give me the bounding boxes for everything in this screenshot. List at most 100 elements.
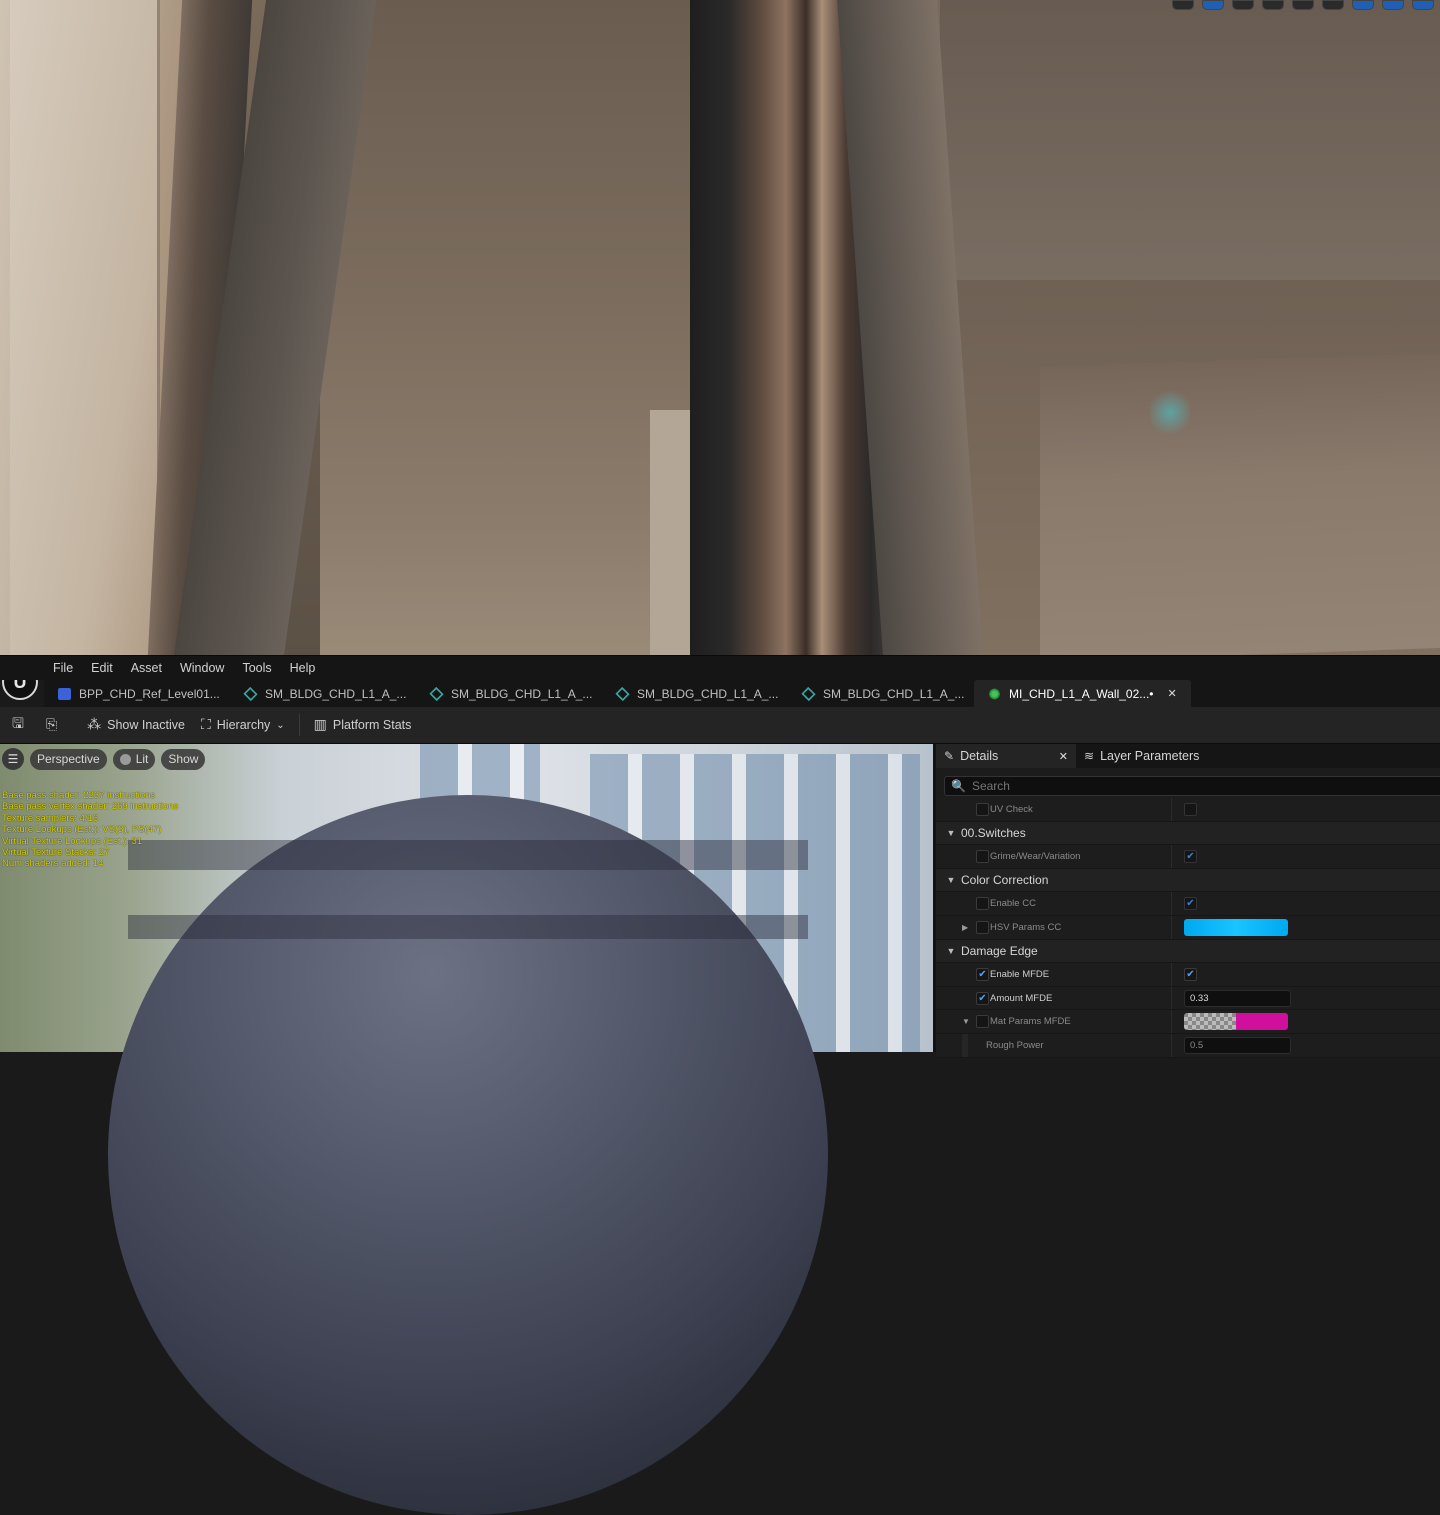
menu-file[interactable]: File (44, 656, 82, 681)
asset-tab-mesh-3[interactable]: SM_BLDG_CHD_L1_A_... (602, 680, 788, 707)
perspective-label: Perspective (37, 752, 100, 766)
tab-details[interactable]: ✎ Details ✕ (936, 744, 1076, 768)
show-button[interactable]: Show (161, 748, 206, 770)
menu-bar: File Edit Asset Window Tools Help (0, 655, 1440, 680)
override-checkbox[interactable] (976, 802, 989, 816)
blueprint-icon (58, 687, 71, 700)
browse-icon: ⎘ (45, 717, 58, 733)
rotation-snap-icon[interactable] (1382, 0, 1404, 10)
expand-arrow-icon[interactable]: ▼ (962, 1017, 970, 1026)
property-row-grime: Grime/Wear/Variation ✔ (936, 845, 1440, 869)
category-switches[interactable]: ▼ 00.Switches (936, 821, 1440, 846)
value-checkbox[interactable]: ✔ (1184, 849, 1197, 863)
platform-stats-icon: ▥ (313, 717, 327, 733)
platform-stats-button[interactable]: ▥ Platform Stats (308, 707, 418, 744)
color-swatch[interactable] (1184, 918, 1288, 936)
asset-tab-blueprint[interactable]: BPP_CHD_Ref_Level01... (44, 680, 230, 707)
select-mode-icon[interactable] (1172, 0, 1194, 10)
search-icon: 🔍 (951, 779, 966, 793)
world-space-icon[interactable] (1292, 0, 1314, 10)
override-checkbox[interactable] (976, 1015, 989, 1029)
show-inactive-icon: ⁂ (87, 717, 102, 733)
lit-button[interactable]: Lit (112, 748, 156, 770)
preview-toolbar: ☰ Perspective Lit Show (0, 748, 206, 770)
property-label: HSV Params CC (990, 921, 1062, 933)
translate-mode-icon[interactable] (1202, 0, 1224, 10)
property-row-mat-params: ▼ Mat Params MFDE (936, 1010, 1440, 1034)
details-panel: ✎ Details ✕ ≋ Layer Parameters 🔍 UV Chec… (933, 744, 1440, 1058)
value-checkbox[interactable]: ✔ (1184, 897, 1197, 911)
override-checkbox[interactable] (976, 920, 989, 934)
asset-tab-mesh-1[interactable]: SM_BLDG_CHD_L1_A_... (230, 680, 416, 707)
category-damage-edge[interactable]: ▼ Damage Edge (936, 939, 1440, 964)
scale-mode-icon[interactable] (1262, 0, 1284, 10)
perspective-button[interactable]: Perspective (30, 748, 107, 770)
menu-help[interactable]: Help (281, 656, 325, 681)
alpha-preview (1184, 1013, 1236, 1031)
property-label: Grime/Wear/Variation (990, 850, 1081, 862)
browse-button[interactable]: ⎘ (40, 707, 63, 744)
category-color-correction[interactable]: ▼ Color Correction (936, 868, 1440, 893)
hamburger-icon: ☰ (7, 752, 19, 766)
static-mesh-icon (429, 686, 444, 701)
tab-label: BPP_CHD_Ref_Level01... (79, 686, 220, 701)
tab-label: SM_BLDG_CHD_L1_A_... (823, 686, 965, 701)
menu-tools[interactable]: Tools (233, 656, 280, 681)
collapse-arrow-icon: ▼ (946, 875, 956, 886)
show-inactive-button[interactable]: ⁂ Show Inactive (81, 707, 191, 744)
editor-toolbar: 🖫 ⎘ ⁂ Show Inactive ⛶ Hierarchy ⌄ ▥ Plat… (0, 707, 1440, 744)
static-mesh-icon (615, 686, 630, 701)
close-icon[interactable]: ✕ (1059, 750, 1068, 763)
override-checkbox[interactable] (976, 849, 989, 863)
tab-layer-parameters[interactable]: ≋ Layer Parameters (1076, 744, 1207, 768)
hierarchy-dropdown[interactable]: ⛶ Hierarchy ⌄ (195, 707, 291, 744)
tab-label: SM_BLDG_CHD_L1_A_... (637, 686, 779, 701)
color-swatch[interactable] (1184, 1013, 1288, 1031)
value-checkbox[interactable] (1184, 802, 1197, 816)
static-mesh-icon (801, 686, 816, 701)
save-icon: 🖫 (12, 716, 24, 732)
number-input[interactable]: 0.5 (1184, 1036, 1291, 1054)
asset-tab-mesh-4[interactable]: SM_BLDG_CHD_L1_A_... (788, 680, 974, 707)
rotate-mode-icon[interactable] (1232, 0, 1254, 10)
viewport-menu-button[interactable]: ☰ (2, 748, 24, 770)
stats-line: Base pass vertex shader: 269 instruction… (2, 801, 179, 813)
property-row-enable-cc: Enable CC ✔ (936, 892, 1440, 916)
override-checkbox[interactable] (976, 897, 989, 911)
color-preview (1236, 1013, 1288, 1031)
surface-snap-icon[interactable] (1322, 0, 1344, 10)
number-input[interactable]: 0.33 (1184, 989, 1291, 1007)
asset-tab-material-instance[interactable]: MI_CHD_L1_A_Wall_02...• ✕ (974, 680, 1191, 707)
property-row-uv-check: UV Check (936, 798, 1440, 822)
expand-arrow-icon[interactable]: ▶ (962, 923, 968, 932)
property-row-rough-power: Rough Power 0.5 (936, 1033, 1440, 1058)
lit-label: Lit (135, 752, 149, 766)
close-tab-icon[interactable]: ✕ (1168, 687, 1177, 700)
tab-label: SM_BLDG_CHD_L1_A_... (265, 686, 407, 701)
static-mesh-icon (243, 686, 258, 701)
override-checkbox[interactable]: ✔ (976, 967, 989, 981)
search-input[interactable] (971, 779, 1432, 793)
category-label: Damage Edge (961, 943, 1038, 958)
asset-tab-mesh-2[interactable]: SM_BLDG_CHD_L1_A_... (416, 680, 602, 707)
collapse-arrow-icon: ▼ (946, 945, 956, 956)
platform-stats-label: Platform Stats (332, 718, 412, 732)
stats-line: Virtual Texture Lookups (Est.): 31 (2, 835, 143, 847)
grid-snap-icon[interactable] (1352, 0, 1374, 10)
camera-speed-icon[interactable] (1412, 0, 1434, 10)
menu-window[interactable]: Window (171, 656, 233, 681)
hierarchy-label: Hierarchy (216, 718, 271, 732)
material-instance-icon (988, 687, 1001, 700)
override-checkbox[interactable]: ✔ (976, 991, 989, 1005)
menu-asset[interactable]: Asset (122, 656, 171, 681)
menu-edit[interactable]: Edit (82, 656, 122, 681)
property-label: Rough Power (986, 1039, 1044, 1051)
property-row-hsv-params: ▶ HSV Params CC (936, 915, 1440, 940)
viewport-toolbar (1172, 0, 1440, 10)
save-button[interactable]: 🖫 (6, 707, 30, 744)
value-checkbox[interactable]: ✔ (1184, 967, 1197, 981)
level-viewport[interactable] (0, 0, 1440, 655)
property-label: UV Check (990, 803, 1033, 815)
tab-layer-parameters-label: Layer Parameters (1100, 749, 1200, 763)
tab-label: MI_CHD_L1_A_Wall_02...• (1009, 686, 1154, 701)
